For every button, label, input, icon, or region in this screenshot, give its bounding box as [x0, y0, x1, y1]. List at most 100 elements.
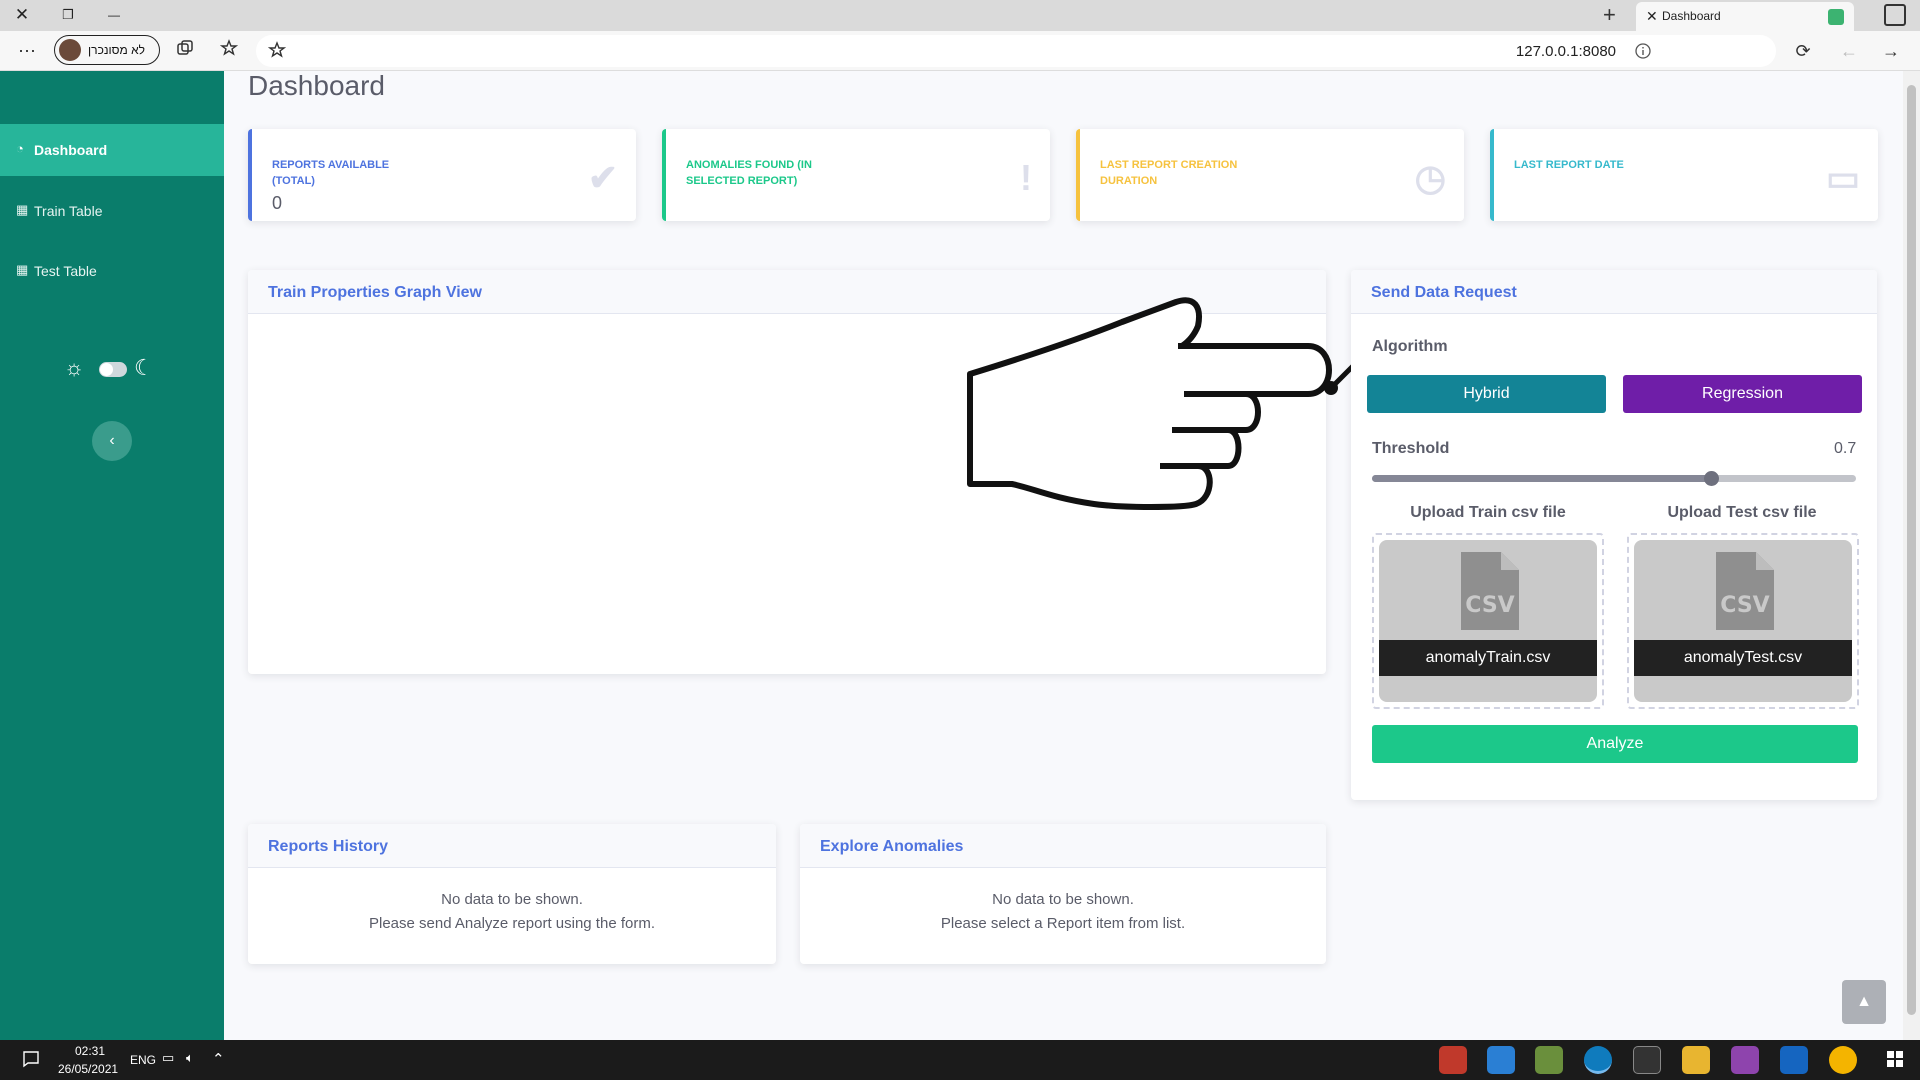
tab-close-icon[interactable]: ✕	[1646, 2, 1658, 31]
stat-label: REPORTS AVAILABLE (TOTAL)	[272, 159, 390, 187]
stat-card-reports: REPORTS AVAILABLE (TOTAL) 0 ✔	[248, 129, 636, 221]
clock-date[interactable]: 26/05/2021	[58, 1062, 118, 1076]
scroll-to-top-button[interactable]: ▲	[1842, 980, 1886, 1024]
chrome-app-icon[interactable]	[1829, 1046, 1857, 1074]
favorites-icon[interactable]	[216, 38, 242, 64]
windows-start-icon[interactable]	[1886, 1050, 1904, 1072]
theme-switch[interactable]	[99, 362, 127, 377]
taskbar-app-icon[interactable]	[1439, 1046, 1467, 1074]
browser-address-bar: ⋯ לא מסונכרן 127.0.0.1:8080 ⟳ ← →	[0, 31, 1920, 71]
sidebar-item-train-table[interactable]: ▦ Train Table	[0, 185, 224, 237]
explore-anomalies-panel: Explore Anomalies No data to be shown. P…	[800, 824, 1326, 964]
sidebar-item-label: Train Table	[34, 203, 103, 219]
tab-title: Dashboard	[1662, 9, 1721, 23]
notification-icon[interactable]	[22, 1050, 40, 1072]
train-file-name: anomalyTrain.csv	[1379, 640, 1597, 676]
slider-fill	[1372, 475, 1711, 482]
slider-thumb[interactable]	[1703, 471, 1719, 486]
add-favorite-icon[interactable]	[267, 41, 287, 64]
table-icon: ▦	[16, 262, 29, 277]
sidebar-item-label: Dashboard	[34, 142, 108, 158]
threshold-value: 0.7	[1834, 440, 1857, 457]
reports-history-panel: Reports History No data to be shown. Ple…	[248, 824, 776, 964]
test-file-name: anomalyTest.csv	[1634, 640, 1852, 676]
url-text: 127.0.0.1:8080	[1515, 43, 1616, 60]
media-app-icon[interactable]	[1731, 1046, 1759, 1074]
browser-tab-bar: ✕ ❐ — + ✕ Dashboard	[0, 0, 1920, 31]
volume-icon[interactable]: 🔈︎	[186, 1050, 194, 1066]
check-icon: ✔	[587, 157, 618, 198]
edge-app-icon[interactable]	[1584, 1046, 1612, 1074]
panel-header: Send Data Request	[1351, 270, 1877, 314]
switch-knob	[100, 363, 113, 376]
tab-actions-icon[interactable]	[1884, 4, 1906, 26]
windows-taskbar: 02:31 26/05/2021 ENG ▭ 🔈︎ ⌃	[0, 1040, 1920, 1080]
table-icon: ▦	[16, 202, 29, 217]
forward-icon[interactable]: →	[1878, 38, 1904, 64]
upload-test-dropzone[interactable]: CSV anomalyTest.csv	[1627, 533, 1859, 709]
calendar-icon: ▭	[1825, 157, 1860, 198]
avatar	[59, 39, 81, 61]
refresh-icon[interactable]: ⟳	[1790, 38, 1816, 64]
theme-toggle-row: ☼ ☾	[64, 355, 174, 385]
empty-state-hint: Please select a Report item from list.	[940, 915, 1186, 932]
upload-train-label: Upload Train csv file	[1410, 504, 1566, 521]
clock-time[interactable]: 02:31	[75, 1044, 105, 1058]
sidebar-item-test-table[interactable]: ▦ Test Table	[0, 245, 224, 297]
csv-file-icon: CSV	[1461, 552, 1519, 630]
hybrid-button[interactable]: Hybrid	[1367, 375, 1606, 413]
stat-label: LAST REPORT CREATION DURATION	[1100, 159, 1238, 187]
regression-button[interactable]: Regression	[1623, 375, 1862, 413]
chevron-left-icon: ‹	[109, 432, 115, 449]
stat-card-anomalies: ANOMALIES FOUND (IN SELECTED REPORT) !	[662, 129, 1050, 221]
panel-title: Explore Anomalies	[820, 838, 964, 855]
browser-tab[interactable]: ✕ Dashboard	[1636, 2, 1854, 31]
tray-expand-icon[interactable]: ⌃	[212, 1050, 225, 1068]
page-scrollbar[interactable]	[1903, 71, 1920, 1040]
terminal-app-icon[interactable]	[1633, 1046, 1661, 1074]
stat-accent-bar	[662, 129, 666, 221]
network-icon[interactable]: ▭	[162, 1050, 174, 1066]
stat-accent-bar	[1490, 129, 1494, 221]
stat-accent-bar	[1076, 129, 1080, 221]
url-field[interactable]: 127.0.0.1:8080	[256, 35, 1776, 67]
window-minimize-button[interactable]: —	[102, 4, 126, 26]
collections-icon[interactable]	[172, 38, 198, 64]
tab-favicon-icon	[1828, 9, 1844, 25]
threshold-label: Threshold	[1372, 440, 1450, 457]
panel-header: Reports History	[248, 824, 776, 868]
more-menu-icon[interactable]: ⋯	[14, 38, 40, 64]
analyze-button[interactable]: Analyze	[1372, 725, 1858, 763]
file-explorer-app-icon[interactable]	[1682, 1046, 1710, 1074]
site-info-icon[interactable]	[1634, 42, 1652, 65]
pointing-hand-icon	[967, 297, 1332, 510]
profile-button[interactable]: לא מסונכרן	[54, 35, 160, 65]
exclamation-icon: !	[1020, 157, 1032, 198]
sidebar-collapse-button[interactable]: ‹	[92, 421, 132, 461]
profile-label: לא מסונכרן	[88, 43, 145, 57]
gauge-icon: ◔	[16, 141, 24, 156]
graph-panel: Train Properties Graph View	[248, 270, 1332, 674]
photos-app-icon[interactable]	[1487, 1046, 1515, 1074]
back-icon[interactable]: ←	[1836, 38, 1862, 64]
sun-icon: ☼	[64, 355, 85, 380]
window-close-button[interactable]: ✕	[10, 4, 34, 26]
language-indicator[interactable]: ENG	[130, 1053, 156, 1067]
paint-app-icon[interactable]	[1535, 1046, 1563, 1074]
webstorm-app-icon[interactable]	[1780, 1046, 1808, 1074]
stat-accent-bar	[248, 129, 252, 221]
clock-icon: ◷	[1414, 157, 1446, 198]
panel-title: Send Data Request	[1371, 284, 1517, 301]
threshold-slider[interactable]	[1372, 471, 1856, 486]
csv-badge: CSV	[1720, 593, 1769, 618]
scrollbar-thumb[interactable]	[1907, 85, 1916, 1015]
stat-label: ANOMALIES FOUND (IN SELECTED REPORT)	[686, 159, 812, 187]
sidebar-item-dashboard[interactable]: ◔ Dashboard	[0, 124, 224, 176]
panel-title: Train Properties Graph View	[268, 284, 482, 301]
upload-test-preview: CSV anomalyTest.csv	[1634, 540, 1852, 702]
empty-state-hint: Please send Analyze report using the for…	[369, 915, 655, 932]
sidebar-item-label: Test Table	[34, 263, 97, 279]
window-restore-button[interactable]: ❐	[56, 4, 80, 26]
new-tab-button[interactable]: +	[1603, 2, 1616, 28]
upload-train-dropzone[interactable]: CSV anomalyTrain.csv	[1372, 533, 1604, 709]
